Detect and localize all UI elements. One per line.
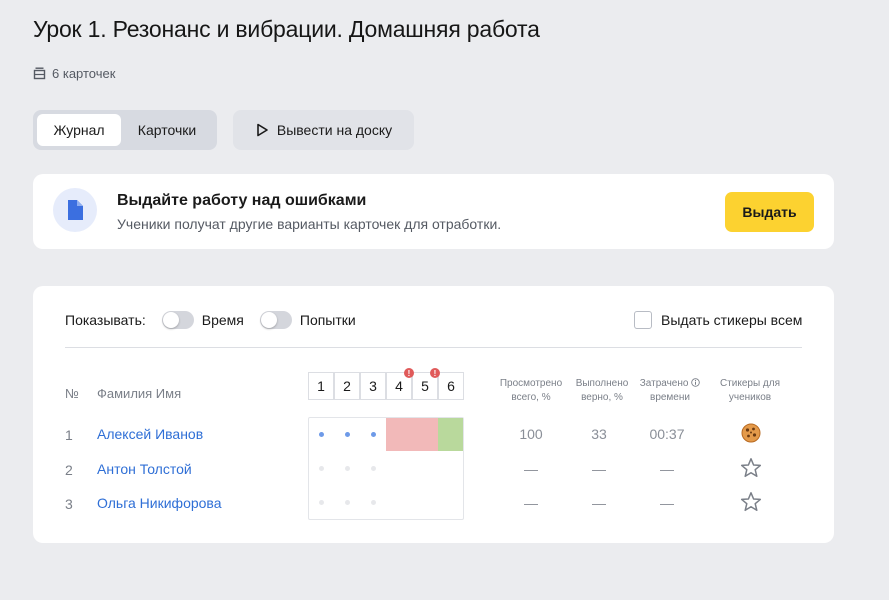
cards-count: 6 карточек: [33, 66, 115, 81]
show-on-board-button[interactable]: Вывести на доску: [233, 110, 414, 150]
correct-percent: —: [592, 495, 606, 511]
row-number: 3: [65, 496, 73, 512]
attempts-toggle[interactable]: [259, 311, 292, 329]
viewed-percent: 100: [519, 426, 543, 442]
student-name-link[interactable]: Антон Толстой: [97, 461, 192, 477]
alert-icon: !: [404, 368, 414, 378]
view-switcher: Журнал Карточки: [33, 110, 217, 150]
time-spent: 00:37: [649, 426, 685, 442]
empty-dot: [345, 500, 350, 505]
cards-count-label: 6 карточек: [52, 66, 116, 81]
viewed-dot: [319, 432, 324, 437]
correct-percent: —: [592, 461, 606, 477]
card-number-6[interactable]: 6: [438, 372, 464, 400]
card-number-1[interactable]: 1: [308, 372, 334, 400]
stickers-all-option: Выдать стикеры всем: [634, 311, 802, 329]
stickers-all-label: Выдать стикеры всем: [661, 312, 803, 328]
stickers-all-checkbox[interactable]: [634, 311, 652, 329]
banner-subtitle: Ученики получат другие варианты карточек…: [117, 216, 502, 232]
header-viewed: Просмотрено всего, %: [499, 378, 563, 403]
empty-dot: [319, 466, 324, 471]
student-name-link[interactable]: Ольга Никифорова: [97, 495, 222, 511]
star-icon[interactable]: [740, 457, 762, 479]
row-number: 1: [65, 427, 73, 443]
viewed-percent: —: [524, 495, 538, 511]
document-icon: [68, 200, 83, 220]
empty-dot: [371, 466, 376, 471]
viewed-dot: [371, 432, 376, 437]
card-number-3[interactable]: 3: [360, 372, 386, 400]
cookie-sticker-icon[interactable]: [740, 422, 762, 444]
empty-dot: [319, 500, 324, 505]
issue-button[interactable]: Выдать: [725, 192, 814, 232]
empty-dot: [371, 500, 376, 505]
header-name: Фамилия Имя: [97, 386, 182, 401]
row-number: 2: [65, 462, 73, 478]
divider: [65, 347, 802, 348]
errors-work-banner: Выдайте работу над ошибками Ученики полу…: [33, 174, 834, 249]
document-icon-badge: [53, 188, 97, 232]
card-number-2[interactable]: 2: [334, 372, 360, 400]
page-title: Урок 1. Резонанс и вибрации. Домашняя ра…: [33, 16, 540, 42]
student-name-link[interactable]: Алексей Иванов: [97, 426, 203, 442]
header-stickers: Стикеры для учеников: [719, 378, 781, 403]
show-options: Показывать: Время Попытки: [65, 311, 356, 329]
alert-icon: !: [430, 368, 440, 378]
tab-journal[interactable]: Журнал: [37, 114, 121, 146]
header-number: №: [65, 386, 79, 401]
progress-grid: [308, 417, 464, 520]
header-time-spent: Затрачено времени: [630, 377, 710, 405]
show-on-board-label: Вывести на доску: [276, 122, 393, 138]
info-icon[interactable]: [691, 378, 700, 387]
banner-title: Выдайте работу над ошибками: [117, 192, 367, 209]
viewed-dot: [345, 432, 350, 437]
grid-cell-wrong[interactable]: [386, 418, 412, 451]
star-icon[interactable]: [740, 491, 762, 513]
tab-cards[interactable]: Карточки: [121, 114, 213, 146]
attempts-toggle-label: Попытки: [299, 312, 356, 328]
time-spent: —: [660, 461, 674, 477]
cards-stack-icon: [33, 67, 46, 80]
show-label: Показывать:: [65, 312, 146, 328]
time-toggle[interactable]: [161, 311, 194, 329]
journal-panel: Показывать: Время Попытки Выдать стикеры…: [33, 286, 834, 543]
play-icon: [257, 123, 268, 137]
time-spent: —: [660, 495, 674, 511]
time-toggle-label: Время: [201, 312, 244, 328]
viewed-percent: —: [524, 461, 538, 477]
empty-dot: [345, 466, 350, 471]
correct-percent: 33: [591, 426, 607, 442]
grid-cell-wrong[interactable]: [412, 418, 438, 451]
grid-cell-correct[interactable]: [438, 418, 463, 451]
